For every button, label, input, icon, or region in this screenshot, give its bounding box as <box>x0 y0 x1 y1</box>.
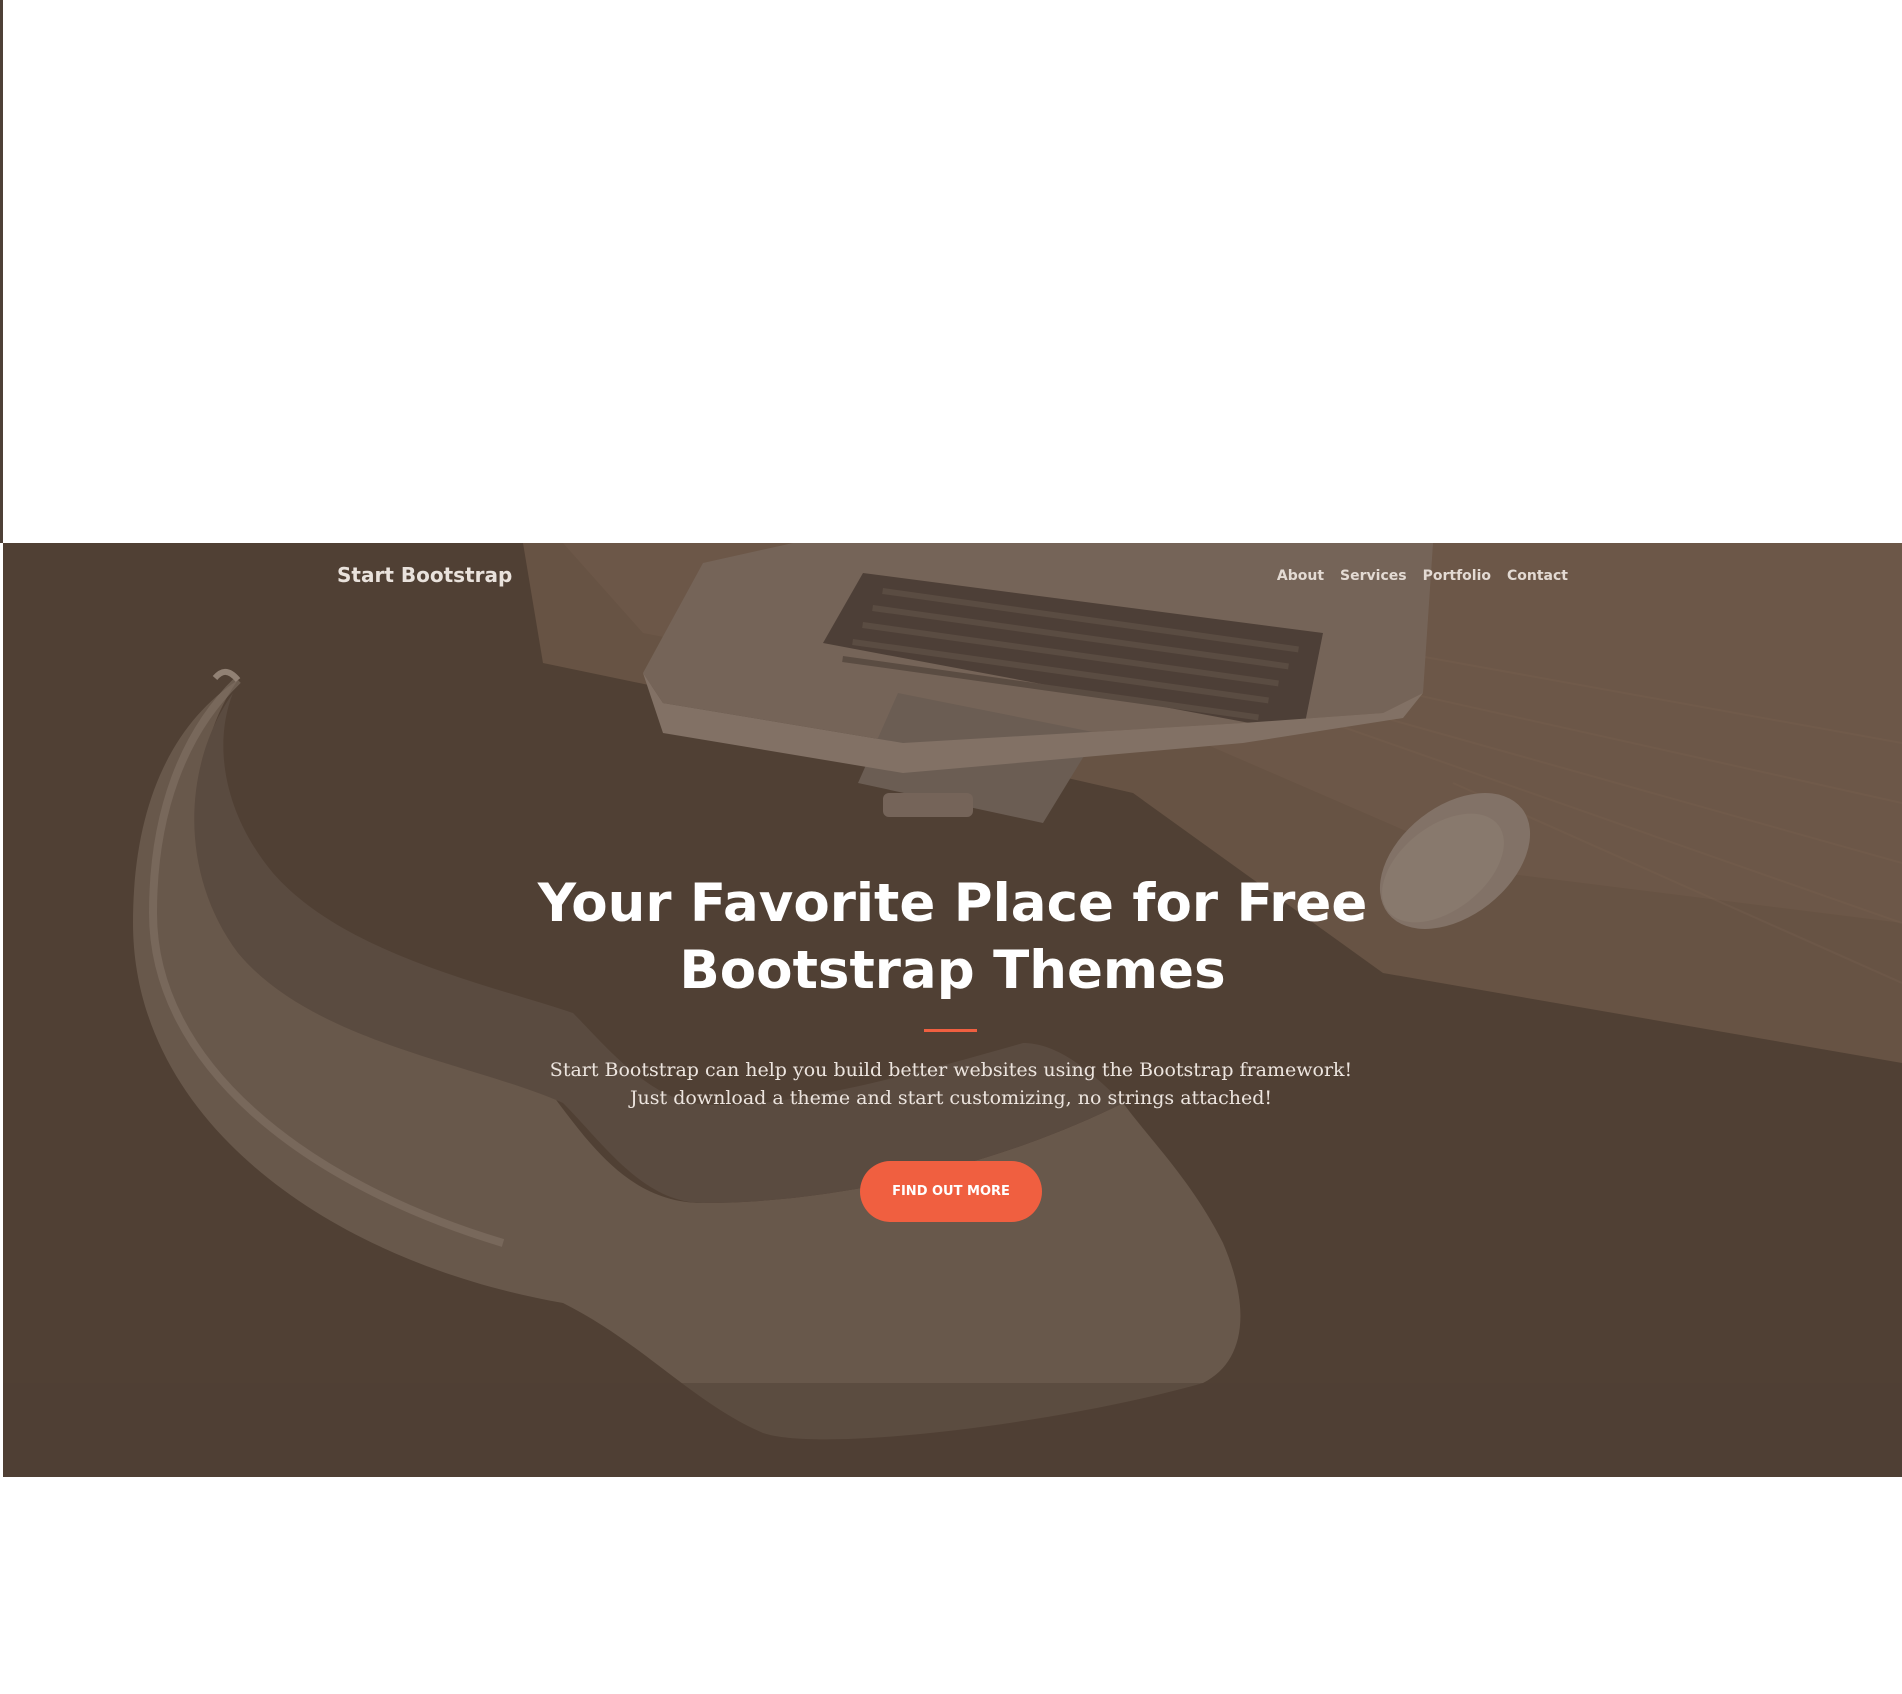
hero-title-line-2: Bootstrap Themes <box>679 940 1226 1001</box>
navbar: Start Bootstrap About Services Portfolio… <box>3 543 1902 613</box>
hero-title: Your Favorite Place for Free Bootstrap T… <box>3 870 1902 1004</box>
hero-title-line-1: Your Favorite Place for Free <box>537 873 1368 934</box>
nav-link-services[interactable]: Services <box>1324 568 1407 584</box>
nav-link-contact[interactable]: Contact <box>1491 568 1568 584</box>
hero-lead-text: Start Bootstrap can help you build bette… <box>549 1059 1353 1109</box>
nav-item-services: Services <box>1324 568 1407 584</box>
nav-item-portfolio: Portfolio <box>1407 568 1491 584</box>
nav-item-about: About <box>1261 568 1324 584</box>
hero-background-image <box>3 543 1902 1477</box>
masthead: Start Bootstrap About Services Portfolio… <box>3 543 1902 1477</box>
nav-menu: About Services Portfolio Contact <box>1261 568 1568 584</box>
brand-link[interactable]: Start Bootstrap <box>337 563 512 587</box>
left-edge-line <box>0 0 3 543</box>
find-out-more-button[interactable]: FIND OUT MORE <box>860 1161 1042 1222</box>
nav-link-portfolio[interactable]: Portfolio <box>1407 568 1491 584</box>
nav-item-contact: Contact <box>1491 568 1568 584</box>
page: Start Bootstrap About Services Portfolio… <box>0 0 1902 1694</box>
nav-link-about[interactable]: About <box>1261 568 1324 584</box>
hero-divider <box>924 1029 977 1032</box>
